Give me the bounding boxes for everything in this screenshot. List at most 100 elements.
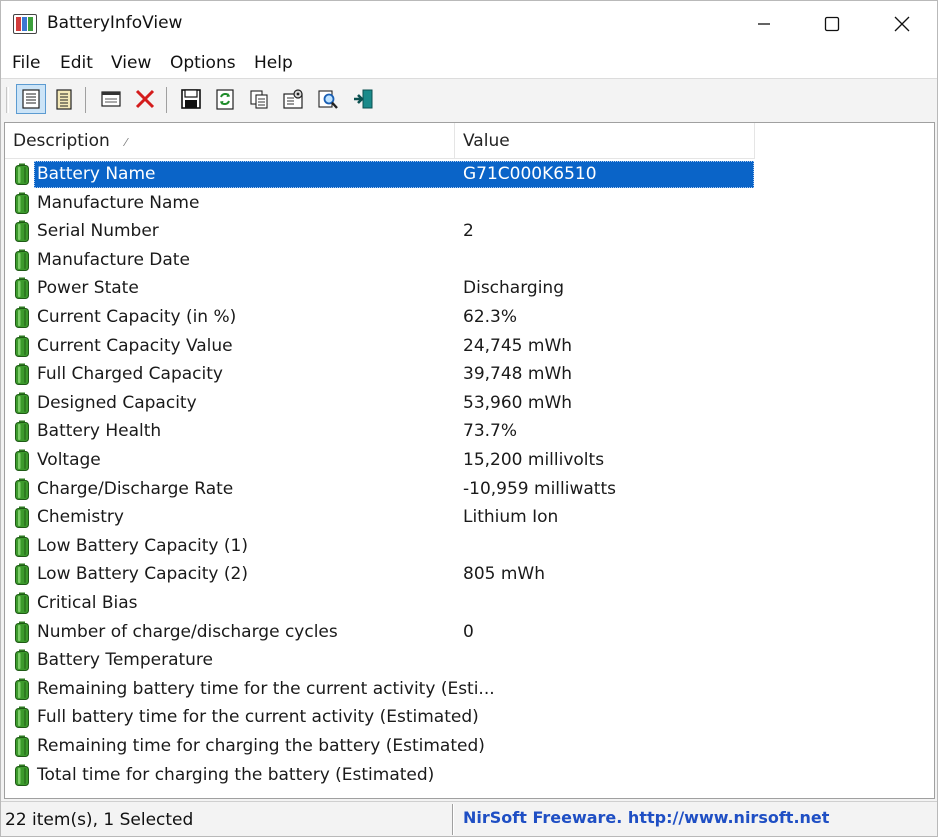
table-row[interactable]: Voltage 15,200 millivolts (5, 446, 934, 475)
minimize-icon (758, 23, 770, 25)
row-description: Current Capacity Value (37, 335, 233, 356)
save-icon (181, 89, 201, 109)
column-header-value-label: Value (463, 131, 510, 151)
battery-info-list[interactable]: Description ⁄ Value Battery Name G71C000K… (4, 122, 935, 799)
battery-icon (15, 706, 29, 729)
table-row[interactable]: Full Charged Capacity 39,748 mWh (5, 360, 934, 389)
table-row[interactable]: Total time for charging the battery (Est… (5, 761, 934, 790)
save-button[interactable] (176, 84, 206, 114)
table-row[interactable]: Serial Number 2 (5, 217, 934, 246)
show-window-button[interactable] (96, 84, 126, 114)
options-button[interactable] (278, 84, 308, 114)
list-header: Description ⁄ Value (5, 123, 755, 159)
row-description: Serial Number (37, 221, 159, 242)
table-row[interactable]: Remaining battery time for the current a… (5, 675, 934, 704)
nirsoft-link[interactable]: NirSoft Freeware. http://www.nirsoft.net (463, 808, 829, 827)
table-row[interactable]: Charge/Discharge Rate -10,959 milliwatts (5, 475, 934, 504)
delete-icon (135, 89, 155, 109)
row-value: G71C000K6510 (463, 164, 597, 184)
table-row[interactable]: Number of charge/discharge cycles 0 (5, 618, 934, 647)
app-window: BatteryInfoView File Edit View Options H… (0, 0, 938, 837)
menu-bar: File Edit View Options Help (1, 47, 937, 79)
row-description: Remaining battery time for the current a… (37, 678, 495, 699)
copy-button[interactable] (244, 84, 274, 114)
refresh-button[interactable] (210, 84, 240, 114)
row-description: Critical Bias (37, 593, 138, 613)
toolbar-separator (85, 87, 86, 113)
battery-icon (15, 335, 29, 357)
row-value: 62.3% (463, 307, 518, 327)
battery-icon (15, 220, 29, 243)
row-description: Power State (37, 278, 139, 299)
table-row[interactable]: Power State Discharging (5, 274, 934, 303)
battery-icon (15, 506, 29, 529)
row-value: 2 (463, 221, 474, 242)
table-row[interactable]: Battery Temperature (5, 646, 934, 675)
item-count-status: 22 item(s), 1 Selected (5, 810, 194, 830)
menu-file[interactable]: File (12, 53, 40, 73)
row-value: Discharging (463, 278, 564, 299)
window-title: BatteryInfoView (47, 13, 183, 33)
menu-help[interactable]: Help (254, 53, 293, 73)
table-row[interactable]: Full battery time for the current activi… (5, 703, 934, 732)
status-divider (452, 804, 454, 835)
table-row[interactable]: Critical Bias (5, 589, 934, 618)
table-row[interactable]: Current Capacity (in %) 62.3% (5, 303, 934, 332)
minimize-button[interactable] (729, 1, 799, 47)
row-description: Full Charged Capacity (37, 364, 223, 385)
table-row[interactable]: Manufacture Name (5, 189, 934, 218)
battery-icon (15, 306, 29, 328)
row-value: 805 mWh (463, 564, 545, 585)
exit-icon (354, 89, 373, 109)
html-report-button[interactable] (49, 84, 79, 114)
column-header-description[interactable]: Description ⁄ (5, 123, 455, 159)
toolbar (1, 79, 937, 121)
row-description: Charge/Discharge Rate (37, 478, 234, 499)
properties-button[interactable] (16, 84, 46, 114)
menu-view[interactable]: View (111, 53, 151, 73)
battery-icon (15, 621, 29, 643)
table-row[interactable]: Battery Health 73.7% (5, 417, 934, 446)
delete-button[interactable] (130, 84, 160, 114)
table-row[interactable]: Remaining time for charging the battery … (5, 732, 934, 761)
battery-icon (15, 249, 29, 271)
row-description: Manufacture Name (37, 192, 200, 213)
table-row[interactable]: Designed Capacity 53,960 mWh (5, 389, 934, 418)
row-value: 0 (463, 621, 474, 642)
table-row[interactable]: Low Battery Capacity (2) 805 mWh (5, 560, 934, 589)
battery-icon (15, 478, 29, 500)
table-row[interactable]: Manufacture Date (5, 246, 934, 275)
row-description: Full battery time for the current activi… (37, 707, 479, 728)
status-bar: 22 item(s), 1 Selected NirSoft Freeware.… (1, 801, 937, 836)
menu-options[interactable]: Options (170, 53, 236, 73)
table-row[interactable]: Current Capacity Value 24,745 mWh (5, 332, 934, 361)
battery-icon (15, 535, 29, 557)
exit-button[interactable] (348, 84, 378, 114)
battery-icon (15, 420, 29, 443)
row-description: Voltage (37, 450, 101, 470)
row-description: Remaining time for charging the battery … (37, 736, 485, 756)
battery-icon (15, 192, 29, 214)
row-description: Chemistry (37, 507, 124, 528)
battery-icon (15, 392, 29, 414)
row-description: Designed Capacity (37, 392, 197, 413)
title-bar[interactable]: BatteryInfoView (1, 1, 937, 47)
close-button[interactable] (867, 1, 937, 47)
column-header-value[interactable]: Value (455, 123, 755, 159)
row-description: Manufacture Date (37, 249, 190, 270)
row-value: 73.7% (463, 421, 518, 442)
battery-icon (15, 735, 29, 757)
table-row[interactable]: Low Battery Capacity (1) (5, 532, 934, 561)
table-row[interactable]: Chemistry Lithium Ion (5, 503, 934, 532)
find-button[interactable] (313, 84, 343, 114)
maximize-icon (824, 16, 840, 32)
maximize-button[interactable] (797, 1, 867, 47)
table-row[interactable]: Battery Name G71C000K6510 (5, 160, 934, 189)
battery-icon (15, 449, 29, 471)
row-value: 39,748 mWh (463, 364, 573, 385)
menu-edit[interactable]: Edit (60, 53, 93, 73)
battery-icon (15, 363, 29, 386)
toolbar-grip[interactable] (6, 87, 9, 113)
refresh-icon (216, 89, 234, 110)
row-value: 24,745 mWh (463, 335, 573, 356)
